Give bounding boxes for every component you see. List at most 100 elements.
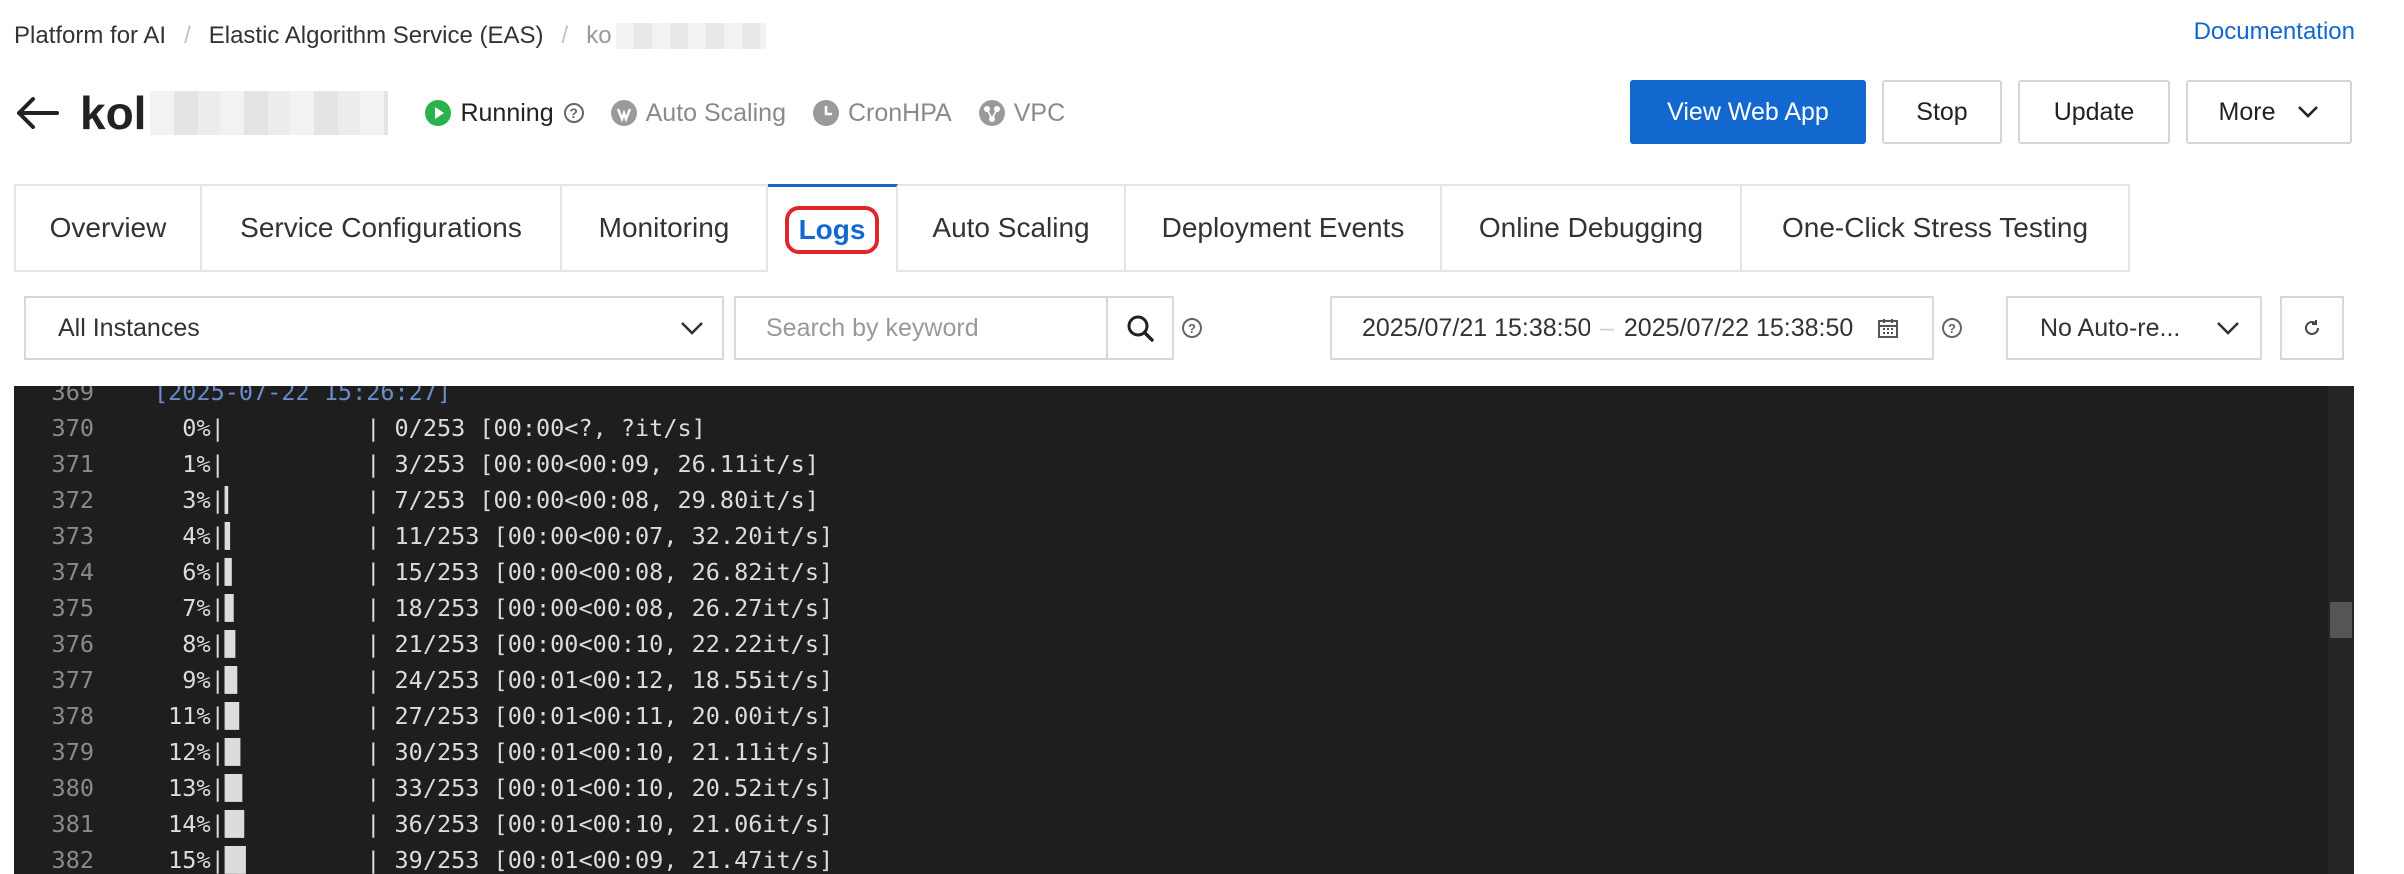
log-line-number: 380: [51, 774, 94, 802]
network-icon: [978, 100, 1005, 126]
search-icon: [1127, 315, 1154, 342]
log-scrollbar[interactable]: [2328, 386, 2354, 874]
more-button-label: More: [2218, 97, 2276, 126]
log-line-text: 11%|█ | 27/253 [00:01<00:11, 20.00it/s]: [154, 702, 834, 730]
log-line-number: 378: [51, 702, 94, 730]
log-line: 381 14%|█▍ | 36/253 [00:01<00:10, 21.06i…: [14, 806, 2324, 842]
log-line-text: 7%|▋ | 18/253 [00:00<00:08, 26.27it/s]: [154, 594, 834, 622]
log-line-text: 13%|█▎ | 33/253 [00:01<00:10, 20.52it/s]: [154, 774, 834, 802]
tab-logs[interactable]: Logs: [768, 184, 898, 272]
log-line-text: [2025-07-22 15:26:27]: [154, 386, 452, 406]
tab-one-click-stress-testing[interactable]: One-Click Stress Testing: [1742, 186, 2130, 270]
help-icon[interactable]: ?: [1182, 318, 1202, 338]
date-separator: –: [1600, 313, 1614, 342]
auto-refresh-value: No Auto-re...: [2040, 313, 2181, 342]
log-line-number: 370: [51, 414, 94, 442]
status-running: Running ?: [424, 99, 584, 128]
clock-icon: [812, 100, 839, 126]
tab-overview[interactable]: Overview: [16, 186, 202, 270]
status-bar: Running ? Auto Scaling CronHPA VPC: [424, 99, 1091, 128]
log-lines: 369 [2025-07-22 15:26:27] 370 0%| | 0/253 …: [14, 386, 2324, 874]
more-button[interactable]: More: [2186, 80, 2352, 144]
log-line-text: 9%|▉ | 24/253 [00:01<00:12, 18.55it/s]: [154, 666, 834, 694]
calendar-icon: [1878, 319, 1899, 338]
breadcrumb-separator: /: [561, 22, 569, 49]
log-line-number: 379: [51, 738, 94, 766]
documentation-link[interactable]: Documentation: [2194, 18, 2355, 46]
auto-refresh-select[interactable]: No Auto-re...: [2006, 296, 2262, 360]
help-icon[interactable]: ?: [563, 103, 584, 123]
tab-deployment-events[interactable]: Deployment Events: [1126, 186, 1442, 270]
log-line: 372 3%|▎ | 7/253 [00:00<00:08, 29.80it/s…: [14, 482, 2324, 518]
log-line: 369 [2025-07-22 15:26:27]: [14, 386, 2324, 410]
breadcrumb: Platform for AI / Elastic Algorithm Serv…: [14, 20, 766, 52]
tag-auto-scaling: Auto Scaling: [610, 99, 786, 128]
chevron-down-icon: [2217, 322, 2239, 335]
log-line: 375 7%|▋ | 18/253 [00:00<00:08, 26.27it/…: [14, 590, 2324, 626]
log-line-text: 4%|▍ | 11/253 [00:00<00:07, 32.20it/s]: [154, 522, 834, 550]
chevron-down-icon: [2298, 106, 2319, 118]
tag-cronhpa: CronHPA: [812, 99, 952, 128]
log-line: 377 9%|▉ | 24/253 [00:01<00:12, 18.55it/…: [14, 662, 2324, 698]
log-line-number: 382: [51, 846, 94, 874]
help-icon[interactable]: ?: [1942, 318, 1962, 338]
page-title: kol: [80, 86, 389, 140]
breadcrumb-platform[interactable]: Platform for AI: [14, 22, 166, 50]
update-button[interactable]: Update: [2018, 80, 2170, 144]
log-line: 382 15%|█▌ | 39/253 [00:01<00:09, 21.47i…: [14, 842, 2324, 874]
tab-service-configurations[interactable]: Service Configurations: [202, 186, 562, 270]
action-buttons: View Web App Stop Update More: [1630, 80, 2352, 144]
stop-button[interactable]: Stop: [1882, 80, 2002, 144]
search-input[interactable]: [736, 298, 1106, 358]
log-line-text: 8%|▊ | 21/253 [00:00<00:10, 22.22it/s]: [154, 630, 834, 658]
redacted-text: [150, 91, 389, 135]
log-line: 371 1%| | 3/253 [00:00<00:09, 26.11it/s]: [14, 446, 2324, 482]
service-header: kol Running ? Auto Scaling CronHPA VPC: [14, 78, 1091, 148]
log-line: 379 12%|█▏ | 30/253 [00:01<00:10, 21.11i…: [14, 734, 2324, 770]
log-line-text: 0%| | 0/253 [00:00<?, ?it/s]: [154, 414, 706, 442]
breadcrumb-eas[interactable]: Elastic Algorithm Service (EAS): [209, 22, 544, 50]
redacted-text: [615, 23, 766, 49]
log-line-text: 1%| | 3/253 [00:00<00:09, 26.11it/s]: [154, 450, 819, 478]
log-line-text: 12%|█▏ | 30/253 [00:01<00:10, 21.11it/s]: [154, 738, 834, 766]
log-line-number: 373: [51, 522, 94, 550]
scrollbar-thumb[interactable]: [2330, 602, 2352, 638]
search-button[interactable]: [1106, 298, 1172, 358]
tab-bar: Overview Service Configurations Monitori…: [14, 184, 2130, 272]
date-range-picker[interactable]: 2025/07/21 15:38:50 – 2025/07/22 15:38:5…: [1330, 296, 1934, 360]
refresh-button[interactable]: [2280, 296, 2344, 360]
log-line-text: 15%|█▌ | 39/253 [00:01<00:09, 21.47it/s]: [154, 846, 834, 874]
breadcrumb-separator: /: [184, 22, 191, 49]
log-line: 376 8%|▊ | 21/253 [00:00<00:10, 22.22it/…: [14, 626, 2324, 662]
log-line-number: 377: [51, 666, 94, 694]
date-start: 2025/07/21 15:38:50: [1362, 313, 1590, 342]
refresh-icon: [2305, 320, 2319, 335]
log-line-text: 6%|▌ | 15/253 [00:00<00:08, 26.82it/s]: [154, 558, 834, 586]
instance-select-value: All Instances: [58, 313, 200, 342]
log-line-number: 374: [51, 558, 94, 586]
log-line-number: 376: [51, 630, 94, 658]
tab-monitoring[interactable]: Monitoring: [562, 186, 768, 270]
log-line-number: 369: [51, 386, 94, 406]
log-line-number: 371: [51, 450, 94, 478]
service-name: kol: [80, 87, 147, 139]
tab-online-debugging[interactable]: Online Debugging: [1442, 186, 1742, 270]
log-line: 373 4%|▍ | 11/253 [00:00<00:07, 32.20it/…: [14, 518, 2324, 554]
tab-auto-scaling[interactable]: Auto Scaling: [898, 186, 1126, 270]
view-web-app-button[interactable]: View Web App: [1630, 80, 1866, 144]
log-viewer[interactable]: 369 [2025-07-22 15:26:27] 370 0%| | 0/253 …: [14, 386, 2354, 874]
log-line-text: 14%|█▍ | 36/253 [00:01<00:10, 21.06it/s]: [154, 810, 834, 838]
log-line-text: 3%|▎ | 7/253 [00:00<00:08, 29.80it/s]: [154, 486, 819, 514]
back-arrow-icon[interactable]: [14, 90, 60, 136]
tab-logs-label: Logs: [784, 205, 880, 254]
breadcrumb-service: ko: [586, 22, 612, 49]
log-line: 378 11%|█ | 27/253 [00:01<00:11, 20.00it…: [14, 698, 2324, 734]
instance-select[interactable]: All Instances: [24, 296, 724, 360]
log-line-number: 381: [51, 810, 94, 838]
chevron-down-icon: [681, 322, 703, 335]
log-line: 374 6%|▌ | 15/253 [00:00<00:08, 26.82it/…: [14, 554, 2324, 590]
auto-scaling-icon: [610, 100, 637, 126]
search-box: [734, 296, 1174, 360]
log-line-number: 375: [51, 594, 94, 622]
log-line: 380 13%|█▎ | 33/253 [00:01<00:10, 20.52i…: [14, 770, 2324, 806]
